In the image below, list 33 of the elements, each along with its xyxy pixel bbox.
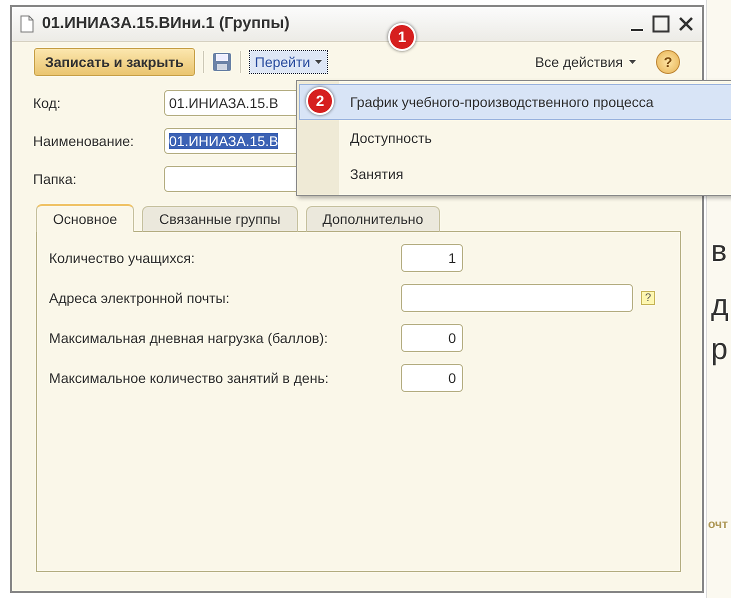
background-text: р	[711, 333, 729, 367]
caret-icon	[629, 60, 636, 64]
background-text: в	[711, 235, 728, 269]
all-actions-button[interactable]: Все действия	[528, 53, 642, 71]
number-field[interactable]: 0	[401, 324, 463, 352]
field-label: Наименование:	[33, 133, 135, 149]
document-icon	[20, 15, 34, 33]
field-label: Максимальное количество занятий в день:	[49, 370, 330, 386]
field-label: Максимальная дневная нагрузка (баллов):	[49, 330, 329, 346]
save-close-button[interactable]: Записать и закрыть	[34, 48, 195, 76]
caret-icon	[315, 60, 322, 64]
tab[interactable]: Связанные группы	[142, 206, 298, 232]
field-label: Количество учащихся:	[49, 250, 196, 266]
input-field[interactable]	[401, 284, 633, 312]
help-button[interactable]: ?	[656, 50, 680, 74]
number-field[interactable]: 1	[401, 244, 463, 272]
goto-button[interactable]: Перейти	[248, 50, 328, 74]
field-label: Адреса электронной почты:	[49, 290, 230, 306]
maximize-icon[interactable]	[652, 15, 670, 33]
field-value: 01.ИНИАЗА.15.В	[169, 133, 278, 149]
close-icon[interactable]	[678, 16, 694, 32]
background-text: д	[711, 289, 730, 323]
field-label: Код:	[33, 95, 62, 111]
window-title: 01.ИНИАЗА.15.ВИни.1 (Группы)	[42, 15, 291, 33]
field-value: 01.ИНИАЗА.15.В	[169, 95, 278, 111]
menu-item[interactable]: Занятия	[299, 156, 731, 192]
field-label: Папка:	[33, 171, 78, 187]
background-text: очт	[708, 517, 729, 531]
menu-item[interactable]: Доступность	[299, 120, 731, 156]
number-field[interactable]: 0	[401, 364, 463, 392]
tab[interactable]: Дополнительно	[306, 206, 440, 232]
hint-tag[interactable]: ?	[641, 291, 656, 305]
tab[interactable]: Основное	[36, 204, 134, 232]
